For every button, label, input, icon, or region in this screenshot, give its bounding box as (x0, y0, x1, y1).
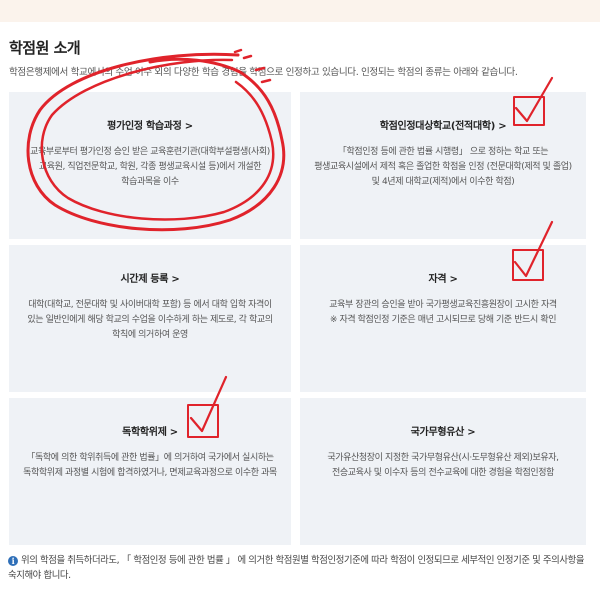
card-title[interactable]: 평가인정 학습과정 > (23, 117, 277, 132)
page-title: 학점원 소개 (9, 39, 81, 57)
card-description: 교육부 장관의 승인을 받아 국가평생교육진흥원장이 고시한 자격 ※ 자격 학… (314, 298, 572, 328)
card-description: 대학(대학교, 전문대학 및 사이버대학 포함) 등 에서 대학 입학 자격이 … (27, 300, 273, 340)
card-title[interactable]: 학점인정대상학교(전적대학) > (314, 117, 572, 132)
card-title[interactable]: 시간제 등록 > (23, 270, 277, 285)
intro-text: 학점은행제에서 학교에서의 수업 이수 외의 다양한 학습 경험을 학점으로 인… (9, 67, 518, 78)
card-description: 「독학에 의한 학위취득에 관한 법률」에 의거하여 국가에서 실시하는 독학학… (23, 453, 277, 478)
top-strip (0, 0, 600, 22)
card-description: 교육부로부터 평가인정 승인 받은 교육훈련기관(대학부설평생(사회)교육원, … (30, 147, 270, 187)
card-transfer-school[interactable]: 학점인정대상학교(전적대학) > 「학점인정 등에 관한 법률 시행령」 으로 … (300, 92, 586, 239)
card-description: 「학점인정 등에 관한 법률 시행령」 으로 정하는 학교 또는 평생교육시설에… (314, 147, 572, 187)
card-self-study-degree[interactable]: 독학학위제 > 「독학에 의한 학위취득에 관한 법률」에 의거하여 국가에서 … (9, 398, 291, 545)
card-intangible-heritage[interactable]: 국가무형유산 > 국가유산청장이 지정한 국가무형유산(시·도무형유산 제외)보… (300, 398, 586, 545)
card-description: 국가유산청장이 지정한 국가무형유산(시·도무형유산 제외)보유자, 전승교육사… (327, 453, 559, 478)
card-accredited-courses[interactable]: 평가인정 학습과정 > 교육부로부터 평가인정 승인 받은 교육훈련기관(대학부… (9, 92, 291, 239)
card-part-time-registration[interactable]: 시간제 등록 > 대학(대학교, 전문대학 및 사이버대학 포함) 등 에서 대… (9, 245, 291, 392)
info-icon: i (8, 556, 18, 566)
card-description-main: 교육부 장관의 승인을 받아 국가평생교육진흥원장이 고시한 자격 (329, 300, 557, 310)
card-title[interactable]: 독학학위제 > (23, 423, 277, 438)
card-note: ※ 자격 학점인정 기준은 매년 고시되므로 당해 기준 반드시 확인 (329, 315, 557, 325)
notice: i 위의 학점을 취득하더라도, 「 학점인정 등에 관한 법률 」 에 의거한 … (8, 553, 592, 583)
card-title[interactable]: 자격 > (314, 270, 572, 285)
card-certification[interactable]: 자격 > 교육부 장관의 승인을 받아 국가평생교육진흥원장이 고시한 자격 ※… (300, 245, 586, 392)
notice-text: 위의 학점을 취득하더라도, 「 학점인정 등에 관한 법률 」 에 의거한 학… (8, 555, 585, 581)
card-title[interactable]: 국가무형유산 > (314, 423, 572, 438)
